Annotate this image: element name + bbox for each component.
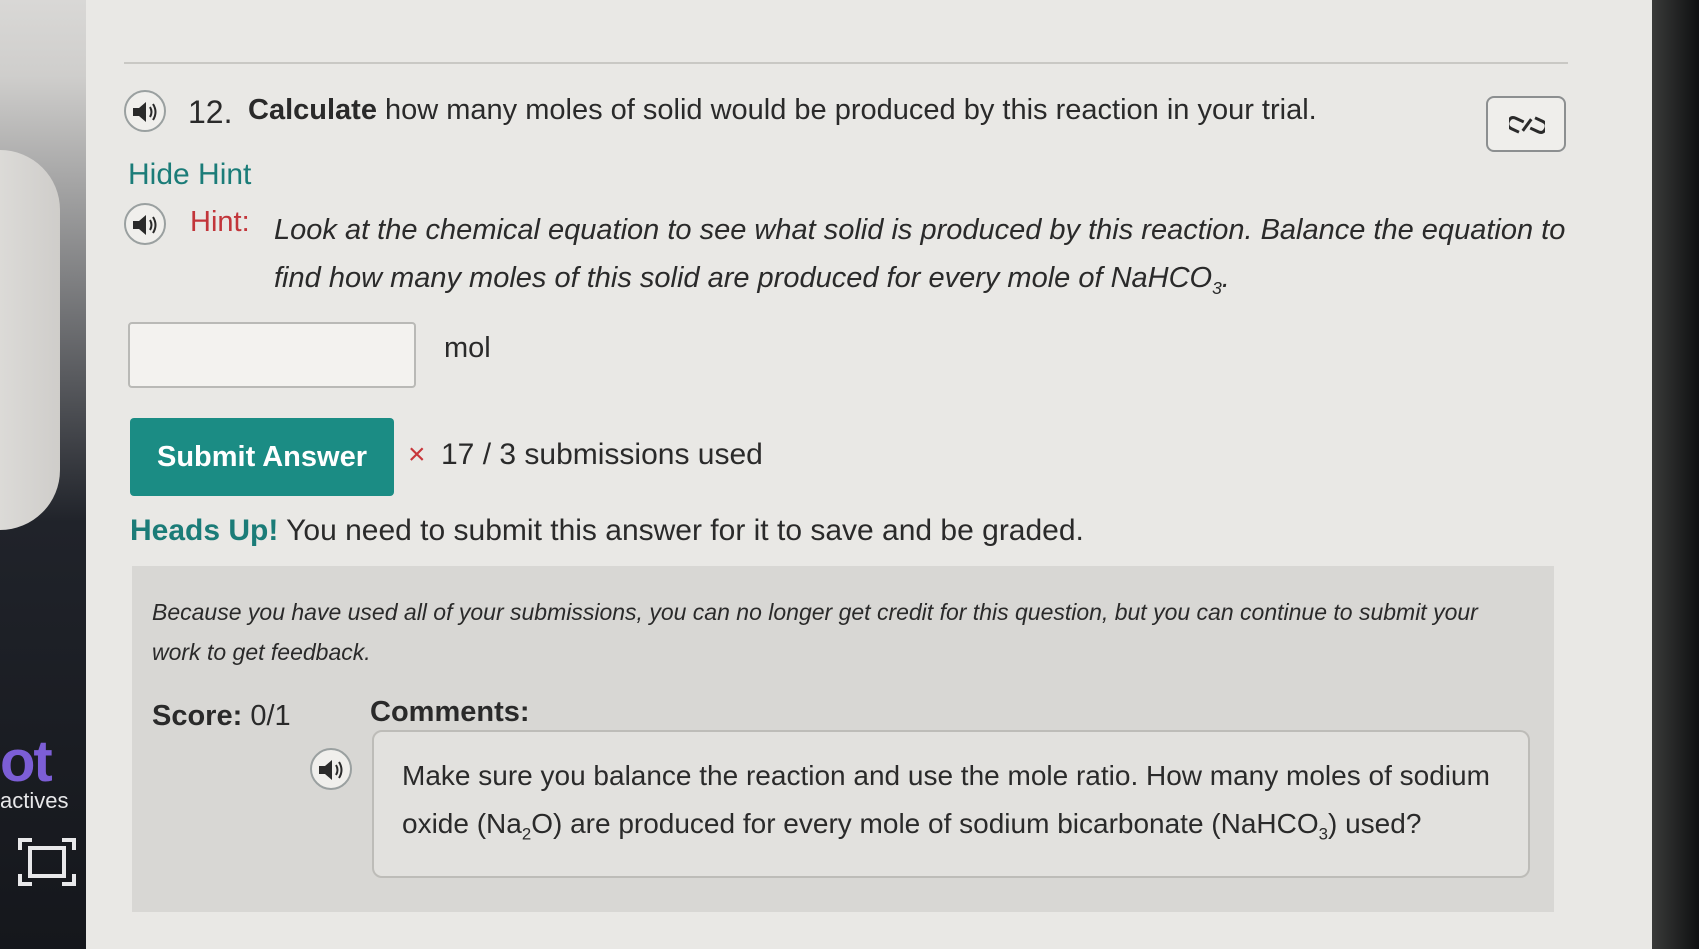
question-emphasis: Calculate (248, 94, 377, 126)
hint-text: Look at the chemical equation to see wha… (274, 206, 1574, 312)
submit-answer-button[interactable]: Submit Answer (130, 418, 394, 496)
comments-label: Comments: (370, 696, 530, 728)
hint-text-end: . (1221, 262, 1230, 294)
score: Score: 0/1 (152, 700, 291, 733)
heads-up-label: Heads Up! (130, 514, 279, 547)
comment-sub1: 2 (521, 824, 532, 844)
question-text: Calculate how many moles of solid would … (248, 94, 1317, 127)
score-label: Score: (152, 700, 243, 732)
divider (124, 62, 1568, 64)
link-icon (1509, 116, 1545, 134)
brand-fragment: ot (0, 729, 53, 794)
side-label: actives (0, 788, 69, 813)
speaker-icon[interactable] (310, 748, 352, 790)
score-value: 0/1 (242, 700, 291, 732)
unit-label: mol (444, 332, 491, 364)
speaker-icon[interactable] (124, 90, 166, 132)
heads-up-message: Heads Up! You need to submit this answer… (130, 514, 1084, 548)
hint-subscript: 3 (1212, 277, 1222, 298)
speaker-icon[interactable] (124, 203, 166, 245)
comment-text: Make sure you balance the reaction and u… (402, 752, 1512, 859)
hint-label: Hint: (190, 206, 250, 238)
answer-input[interactable] (128, 322, 416, 388)
feedback-notice: Because you have used all of your submis… (152, 599, 1478, 665)
fullscreen-icon[interactable] (18, 838, 76, 886)
link-button[interactable] (1486, 96, 1566, 152)
screen-bezel (1651, 0, 1699, 949)
comment-part2: O) are produced for every mole of sodium… (531, 808, 1319, 839)
heads-up-text: You need to submit this answer for it to… (278, 514, 1084, 547)
comment-part3: ) used? (1328, 808, 1422, 839)
comment-sub2: 3 (1318, 824, 1328, 844)
left-side-panel: ot actives (0, 0, 92, 949)
hide-hint-link[interactable]: Hide Hint (128, 158, 251, 192)
x-icon: × (408, 438, 426, 471)
hint-text-main: Look at the chemical equation to see wha… (274, 214, 1566, 294)
left-decoration (0, 150, 60, 530)
question-text-rest: how many moles of solid would be produce… (376, 94, 1317, 126)
feedback-panel: Because you have used all of your submis… (132, 566, 1554, 912)
comment-box: Make sure you balance the reaction and u… (372, 730, 1530, 878)
question-number: 12. (188, 94, 233, 130)
submissions-used: 17 / 3 submissions used (441, 438, 763, 471)
question-panel: 12. Calculate how many moles of solid wo… (86, 0, 1652, 949)
